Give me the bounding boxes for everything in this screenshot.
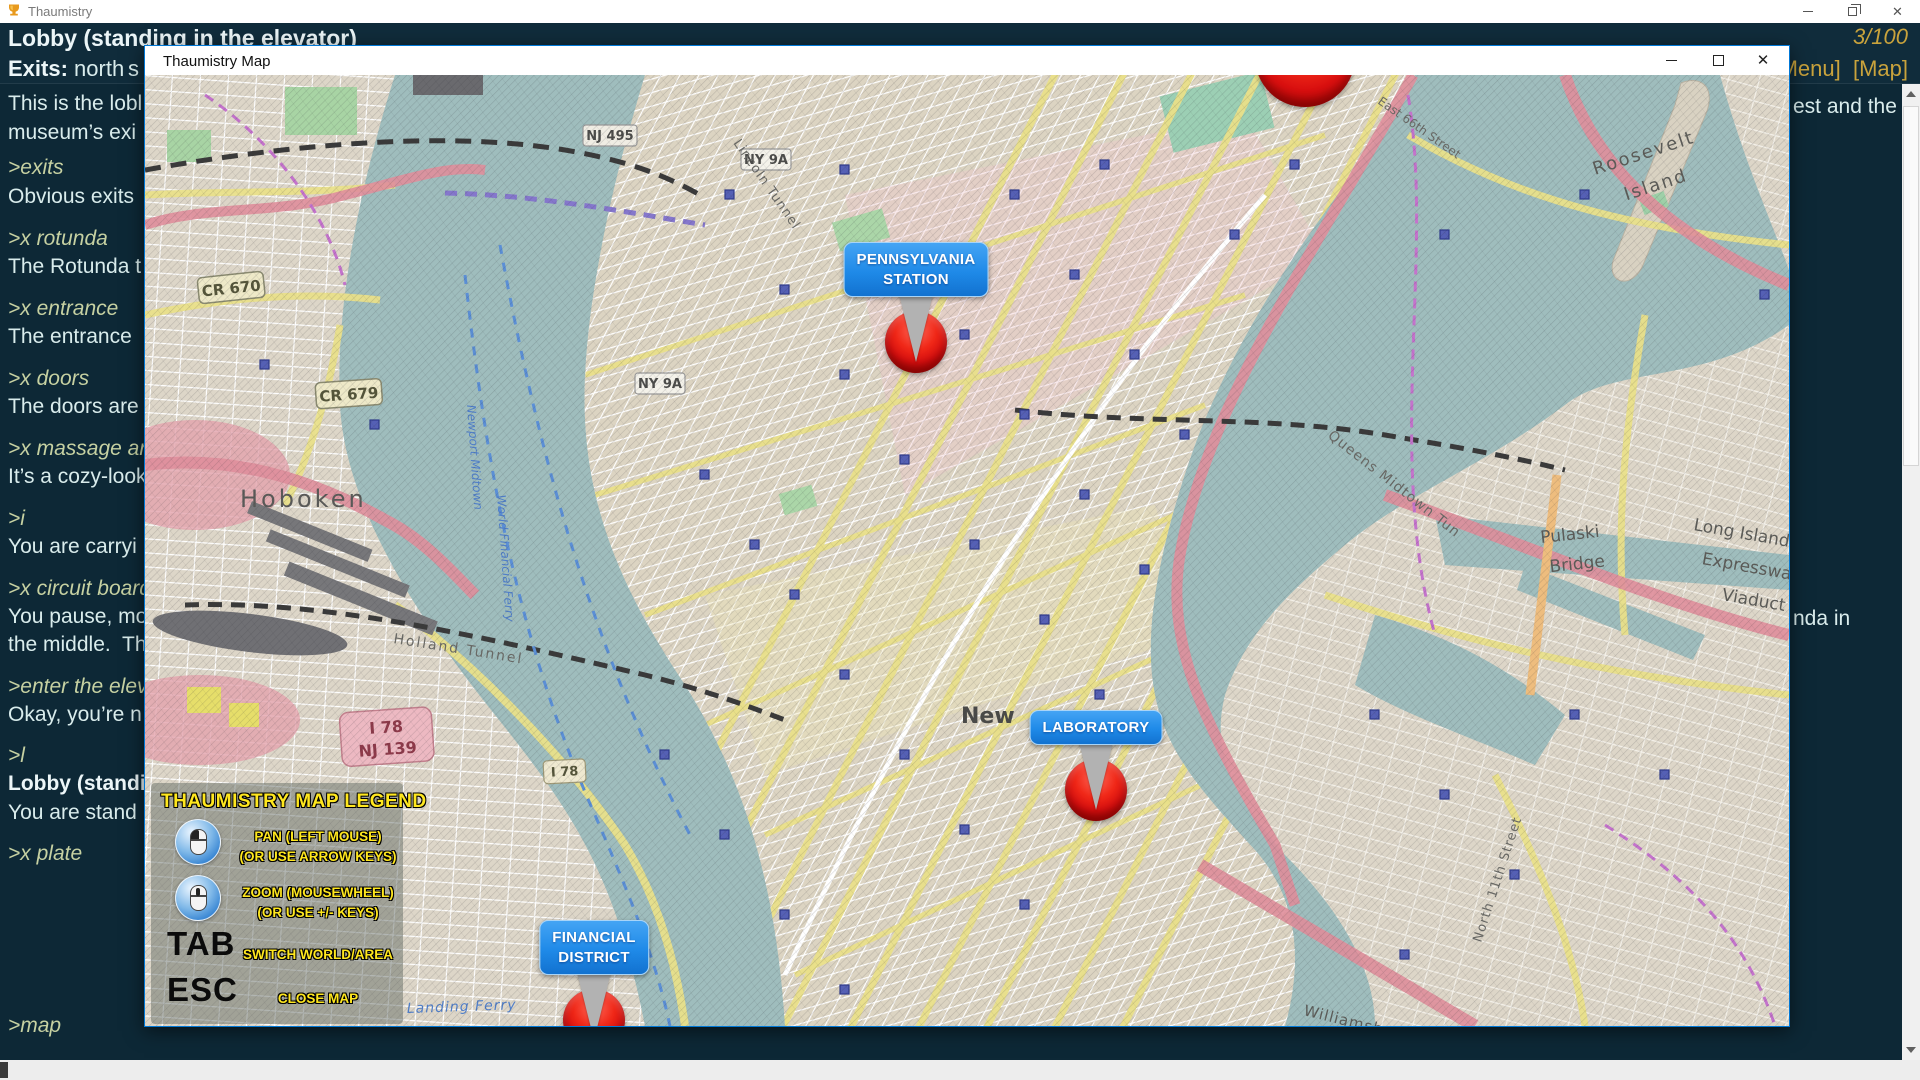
transcript-fragment: nda in [1793,607,1850,631]
map-window: Thaumistry Map ✕ [144,45,1790,1027]
transcript-command: >x circuit board [8,577,151,601]
transcript-line: The doors are [8,395,139,419]
transcript-line: the middle. Th [8,633,147,657]
close-button[interactable]: ✕ [1875,0,1920,23]
score-indicator: 3/100 [1853,24,1908,50]
transcript-line: You are stand [8,801,137,825]
pin-label: FINANCIAL DISTRICT [539,920,649,975]
scrollbar-down-arrow[interactable] [1902,1040,1920,1060]
legend-title: THAUMISTRY MAP LEGEND [161,791,427,813]
legend-esc-text: CLOSE MAP [237,989,399,1009]
text-cursor [0,1062,8,1078]
transcript-line: You pause, mo [8,605,147,629]
exits-line: Exits: north [8,56,124,82]
exits-value: north [68,56,124,81]
transcript-command: >x entrance [8,297,118,321]
pin-pointer [899,294,933,362]
window-title: Thaumistry [28,4,92,19]
pin-pointer [577,972,611,1026]
pin-label: LABORATORY [1030,710,1163,746]
scrollbar-thumb[interactable] [1903,106,1919,466]
transcript-command: >x doors [8,367,89,391]
exits-more: s [128,56,139,82]
menu-map-links[interactable]: [Menu] [Map] [1773,56,1908,82]
map-maximize-button[interactable] [1696,46,1740,75]
transcript-command: >l [8,744,25,768]
transcript-command: >i [8,507,25,531]
mouse-pan-icon [175,819,221,865]
transcript-line: This is the lobl [8,92,142,116]
restore-button[interactable] [1830,0,1875,23]
map-canvas[interactable]: CR 670 CR 679 NY 9A NY 9A NJ 495 [145,75,1789,1026]
map-window-title: Thaumistry Map [163,53,271,70]
transcript-room-header: Lobby (standi [8,772,146,796]
pin-label: PENNSYLVANIA STATION [844,242,989,297]
transcript-command: >x rotunda [8,227,108,251]
transcript-line: It’s a cozy-look [8,465,147,489]
transcript-line: You are carryi [8,535,137,559]
map-titlebar[interactable]: Thaumistry Map ✕ [145,46,1789,75]
legend-esc-key: ESC [167,971,238,1009]
scrollbar-up-arrow[interactable] [1902,84,1920,104]
legend-pan-text: PAN (LEFT MOUSE)(OR USE ARROW KEYS) [237,827,399,866]
legend-tab-text: SWITCH WORLD/AREA [237,945,399,965]
transcript-line: The entrance [8,325,132,349]
transcript-command: >exits [8,156,63,180]
command-input-bar[interactable] [0,1060,1920,1080]
os-titlebar: Thaumistry ✕ [0,0,1920,23]
map-legend: THAUMISTRY MAP LEGEND PAN (LEFT MOUSE)(O… [151,783,403,1024]
mouse-zoom-icon [175,875,221,921]
trophy-icon [6,3,22,19]
transcript-line: Obvious exits [8,185,134,209]
pin-pointer [1079,742,1113,810]
legend-tab-key: TAB [167,925,235,963]
transcript-line: The Rotunda t [8,255,141,279]
scrollbar[interactable] [1902,84,1920,1060]
thaumistry-app: Thaumistry ✕ Lobby (standing in the elev… [0,0,1920,1080]
minimize-button[interactable] [1785,0,1830,23]
map-close-button[interactable]: ✕ [1741,46,1785,75]
transcript-command: >x massage are [8,437,158,461]
map-minimize-button[interactable] [1649,46,1693,75]
legend-zoom-text: ZOOM (MOUSEWHEEL)(OR USE +/- KEYS) [237,883,399,922]
transcript-fragment: est and the [1793,95,1897,119]
transcript-command: >x plate [8,842,82,866]
transcript-command: >map [8,1014,61,1038]
transcript-command: >enter the elev [8,675,148,699]
transcript-line: museum’s exi [8,121,136,145]
transcript-line: Okay, you’re n [8,703,142,727]
exits-label: Exits: [8,56,68,81]
